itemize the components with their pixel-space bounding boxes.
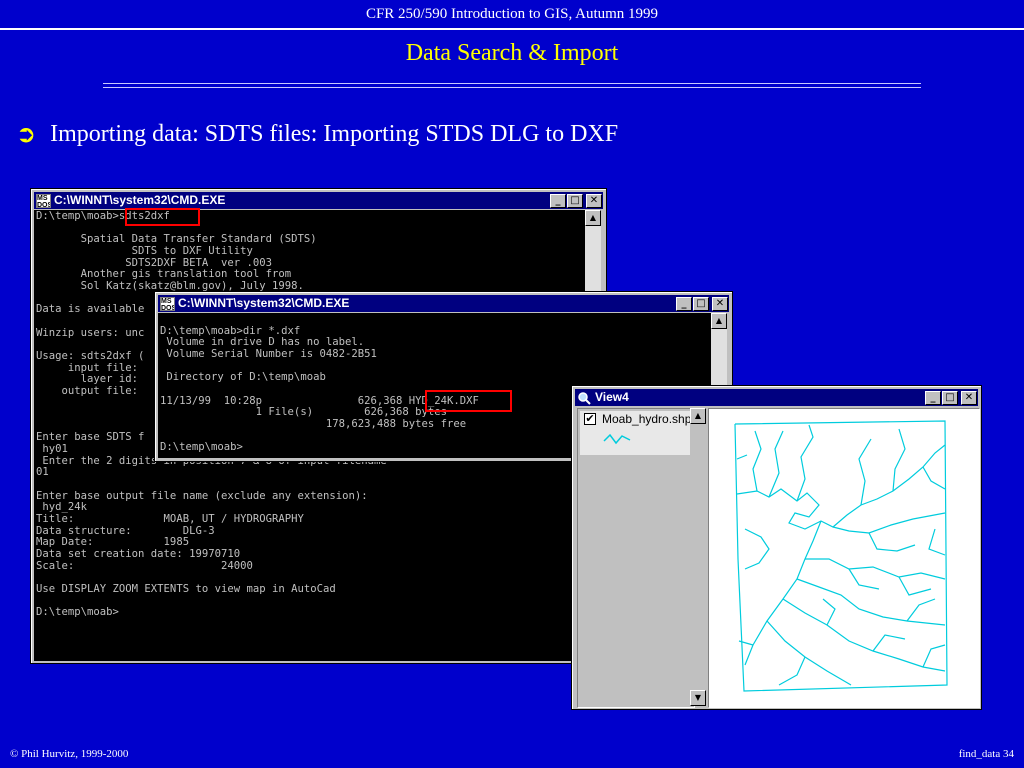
cmd-front-title: C:\WINNT\system32\CMD.EXE xyxy=(178,296,350,310)
slide-title: Data Search & Import xyxy=(405,40,619,66)
legend-item[interactable]: ✔ Moab_hydro.shp xyxy=(580,411,690,455)
scroll-up-icon[interactable]: ▲ xyxy=(690,408,706,424)
filename-highlight xyxy=(425,390,512,412)
console-back-line: D:\temp\moab>sdts2dxf xyxy=(36,210,170,222)
close-icon[interactable]: ✕ xyxy=(712,296,728,311)
console-back-line: Scale: 24000 xyxy=(36,559,253,572)
bullet-text: Importing data: SDTS files: Importing ST… xyxy=(50,120,619,147)
console-back-line: 01 xyxy=(36,466,49,479)
table-of-contents[interactable]: ✔ Moab_hydro.shp xyxy=(577,408,695,708)
scroll-up-icon[interactable]: ▲ xyxy=(711,313,727,329)
ms-dos-icon: MS DOS xyxy=(160,296,175,311)
header-divider xyxy=(0,28,1024,30)
line-symbol-icon xyxy=(603,433,631,445)
console-back-line: Data set creation date: 19970710 xyxy=(36,548,241,561)
slide-header: CFR 250/590 Introduction to GIS, Autumn … xyxy=(365,6,659,22)
console-back-line: SDTS to DXF Utility xyxy=(36,244,253,257)
view-titlebar[interactable]: View4 _ □ ✕ xyxy=(575,389,978,406)
console-front-line: Volume Serial Number is 0482-2B51 xyxy=(160,347,377,360)
layer-visibility-checkbox[interactable]: ✔ xyxy=(584,413,596,425)
console-back-line: Title: MOAB, UT / HYDROGRAPHY xyxy=(36,513,304,526)
legend-scrollbar[interactable]: ▲ ▼ xyxy=(690,408,706,706)
console-back-line: Use DISPLAY ZOOM EXTENTS to view map in … xyxy=(36,583,336,595)
title-divider-bottom xyxy=(103,87,921,88)
command-highlight xyxy=(125,208,200,226)
close-icon[interactable]: ✕ xyxy=(961,390,977,405)
scroll-up-icon[interactable]: ▲ xyxy=(585,210,601,226)
arrow-bullet-icon: ➲ xyxy=(16,120,37,148)
maximize-icon[interactable]: □ xyxy=(942,390,958,405)
cmd-back-title: C:\WINNT\system32\CMD.EXE xyxy=(54,193,226,207)
ms-dos-icon: MS DOS xyxy=(36,193,51,208)
maximize-icon[interactable]: □ xyxy=(693,296,709,311)
view-title: View4 xyxy=(595,390,629,404)
map-boundary xyxy=(734,420,948,692)
console-front-line xyxy=(160,314,709,326)
magnifier-icon xyxy=(577,391,592,405)
console-front-line: Directory of D:\temp\moab xyxy=(160,371,326,384)
hydrography-map xyxy=(734,420,948,692)
console-back-line xyxy=(36,479,583,491)
minimize-icon[interactable]: _ xyxy=(676,296,692,311)
bullet-item: ➲ Importing data: SDTS files: Importing … xyxy=(16,120,618,148)
cmd-back-titlebar[interactable]: MS DOS C:\WINNT\system32\CMD.EXE _ □ ✕ xyxy=(34,192,603,209)
console-back-line: Enter base output file name (exclude any… xyxy=(36,489,368,502)
maximize-icon[interactable]: □ xyxy=(567,193,583,208)
cmd-front-titlebar[interactable]: MS DOS C:\WINNT\system32\CMD.EXE _ □ ✕ xyxy=(158,295,729,312)
footer-copyright: © Phil Hurvitz, 1999-2000 xyxy=(10,748,129,760)
console-back-line: D:\temp\moab> xyxy=(36,606,119,619)
river-main xyxy=(736,444,946,530)
minimize-icon[interactable]: _ xyxy=(925,390,941,405)
scroll-down-icon[interactable]: ▼ xyxy=(690,690,706,706)
layer-name: Moab_hydro.shp xyxy=(602,412,690,426)
footer-page: find_data 34 xyxy=(958,748,1014,760)
minimize-icon[interactable]: _ xyxy=(550,193,566,208)
map-display[interactable] xyxy=(708,408,980,708)
view-window[interactable]: View4 _ □ ✕ ✔ Moab_hydro.shp ▲ ▼ xyxy=(571,385,982,710)
title-divider-top xyxy=(103,83,921,84)
close-icon[interactable]: ✕ xyxy=(586,193,602,208)
